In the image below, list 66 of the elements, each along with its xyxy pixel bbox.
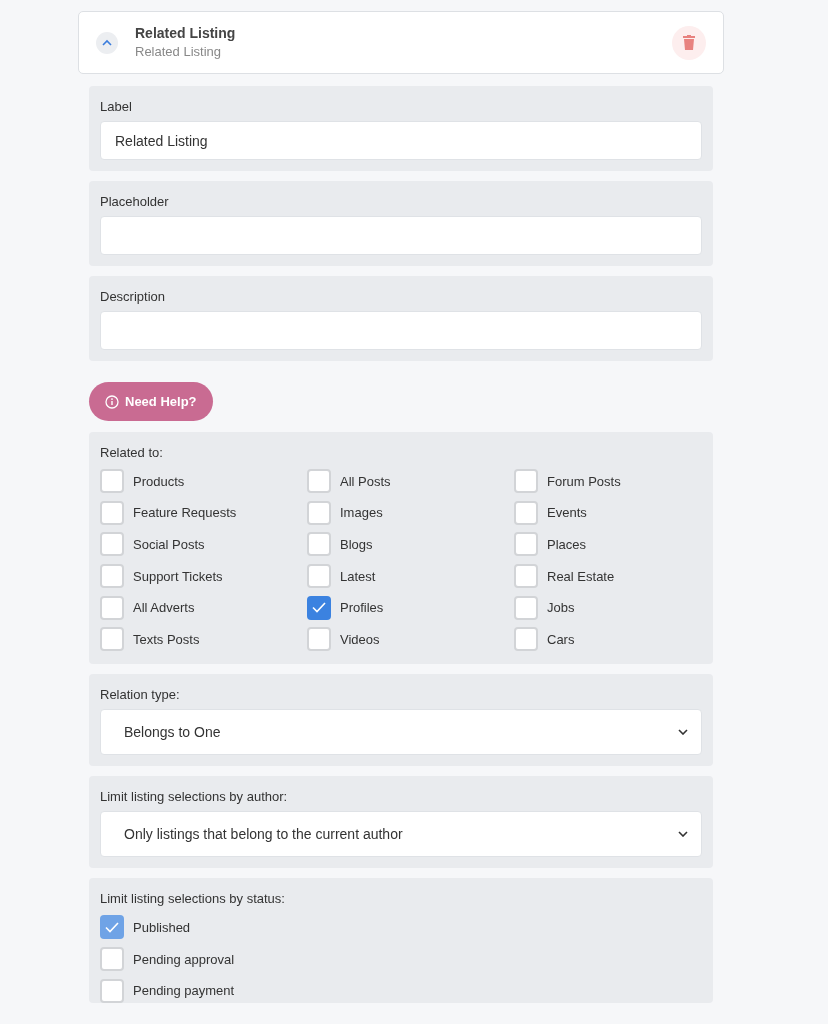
- checkbox[interactable]: [100, 595, 124, 620]
- field-label: Relation type:: [100, 686, 181, 705]
- select-dropdown[interactable]: Only listings that belong to the current author: [100, 811, 702, 858]
- checkbox[interactable]: [307, 627, 331, 652]
- checkbox[interactable]: [100, 627, 124, 652]
- checkbox[interactable]: [100, 500, 124, 525]
- checkbox-label: Products: [133, 473, 185, 489]
- text-field[interactable]: [100, 216, 702, 255]
- group-label: Limit listing selections by status:: [100, 890, 286, 909]
- checkbox-label: Places: [547, 536, 587, 552]
- checkbox[interactable]: [100, 978, 124, 1003]
- checkbox-label: Forum Posts: [547, 473, 621, 489]
- checkbox-label: Published: [133, 919, 191, 935]
- select-dropdown[interactable]: Belongs to One: [100, 709, 702, 756]
- checkbox[interactable]: [100, 947, 124, 972]
- chevron-down-icon: [678, 729, 688, 736]
- checkbox[interactable]: [514, 469, 538, 493]
- text-field[interactable]: Related Listing: [100, 121, 702, 160]
- chevron-up-icon: [102, 39, 112, 46]
- help-button[interactable]: Need Help?: [89, 382, 213, 421]
- checkbox-label: Videos: [340, 631, 380, 647]
- checkbox[interactable]: [307, 532, 331, 557]
- checkmark-icon: [105, 921, 119, 933]
- checkbox-label: Events: [547, 505, 587, 521]
- checkmark-icon: [312, 602, 326, 614]
- checkbox[interactable]: [100, 469, 124, 493]
- checkbox-label: Feature Requests: [133, 505, 237, 521]
- trash-icon: [683, 35, 695, 50]
- checkbox[interactable]: [307, 564, 331, 589]
- checkbox-label: Support Tickets: [133, 568, 223, 584]
- checkbox-label: Images: [340, 505, 383, 521]
- chevron-down-icon: [678, 831, 688, 838]
- checkbox[interactable]: [100, 915, 124, 940]
- checkbox-label: Latest: [340, 568, 376, 584]
- checkbox[interactable]: [514, 564, 538, 589]
- checkbox-label: Cars: [547, 631, 575, 647]
- checkbox[interactable]: [514, 627, 538, 652]
- field-label: Limit listing selections by author:: [100, 788, 289, 807]
- info-icon: [105, 394, 119, 409]
- checkbox-label: All Posts: [340, 473, 391, 489]
- field-title: Related Listing: [135, 24, 237, 43]
- checkbox-label: Texts Posts: [133, 631, 200, 647]
- checkbox[interactable]: [100, 564, 124, 589]
- checkbox[interactable]: [514, 595, 538, 620]
- checkbox-label: Blogs: [340, 536, 373, 552]
- checkbox-label: Pending approval: [133, 951, 235, 967]
- checkbox[interactable]: [514, 500, 538, 525]
- checkbox-label: Real Estate: [547, 568, 615, 584]
- field-label: Description: [100, 288, 167, 306]
- delete-button[interactable]: [672, 25, 706, 60]
- checkbox[interactable]: [307, 500, 331, 525]
- checkbox[interactable]: [307, 469, 331, 493]
- checkbox-label: Social Posts: [133, 536, 205, 552]
- field-subtitle: Related Listing: [135, 43, 222, 61]
- text-field[interactable]: [100, 311, 702, 350]
- checkbox[interactable]: [307, 595, 331, 620]
- checkbox-label: Profiles: [340, 600, 384, 616]
- checkbox-label: Jobs: [547, 600, 575, 616]
- field-label: Placeholder: [100, 193, 170, 211]
- group-label: Related to:: [100, 444, 164, 462]
- collapse-toggle[interactable]: [96, 31, 118, 54]
- checkbox-label: All Adverts: [133, 600, 195, 616]
- field-label: Label: [100, 98, 133, 116]
- checkbox[interactable]: [514, 532, 538, 557]
- checkbox-label: Pending payment: [133, 983, 235, 999]
- checkbox[interactable]: [100, 532, 124, 557]
